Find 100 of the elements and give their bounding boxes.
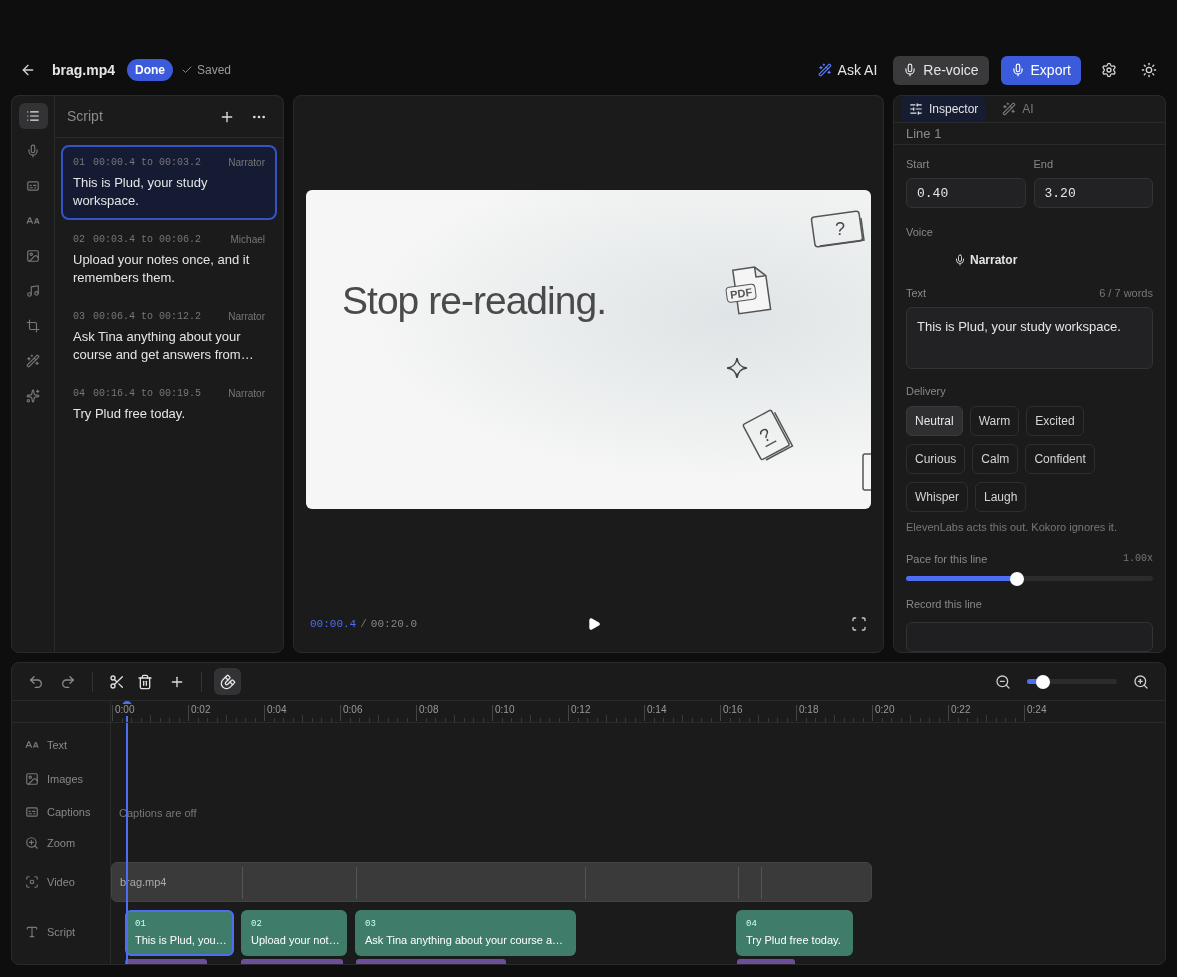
slider-thumb[interactable] bbox=[1036, 674, 1051, 689]
total-time: 00:20.0 bbox=[370, 616, 418, 632]
line-timing: 00:06.4 to 00:12.2 bbox=[93, 310, 203, 324]
voice-name[interactable]: Narrator bbox=[970, 250, 1018, 269]
script-clip[interactable]: 01 This is Plud, you… bbox=[125, 910, 234, 956]
theme-icon[interactable] bbox=[1141, 62, 1157, 78]
pace-slider[interactable] bbox=[906, 571, 1153, 586]
line-timing: 00:00.4 to 00:03.2 bbox=[93, 156, 203, 170]
time-separator: / bbox=[360, 616, 367, 632]
zoom-out-icon[interactable] bbox=[995, 673, 1011, 690]
microphone-icon bbox=[954, 253, 966, 266]
magic-wand-icon bbox=[817, 63, 832, 77]
pace-value: 1.00x bbox=[1123, 552, 1153, 566]
fullscreen-icon[interactable] bbox=[851, 616, 867, 632]
microphone-icon bbox=[903, 63, 918, 77]
line-text: Ask Tina anything about your course and get answers from… bbox=[73, 328, 255, 364]
image-icon bbox=[26, 249, 40, 263]
time-tick: 0:20 bbox=[875, 704, 895, 716]
field-label: Text bbox=[906, 285, 928, 301]
snap-toggle[interactable] bbox=[214, 668, 241, 695]
list-icon bbox=[26, 109, 40, 123]
split-icon[interactable] bbox=[109, 673, 125, 690]
line-text: Try Plud free today. bbox=[73, 405, 186, 423]
end-field[interactable]: 3.20 bbox=[1033, 178, 1153, 208]
delivery-chip[interactable]: Warm bbox=[969, 405, 1020, 436]
delivery-chip[interactable]: Excited bbox=[1026, 405, 1084, 436]
delivery-note: ElevenLabs acts this out. Kokoro ignores it. bbox=[906, 519, 1118, 535]
speaker-name: Michael bbox=[230, 233, 265, 247]
delivery-chip[interactable]: Calm bbox=[972, 443, 1019, 474]
text-field[interactable]: This is Plud, your study workspace. bbox=[906, 307, 1153, 369]
delivery-chip[interactable]: Curious bbox=[906, 443, 966, 474]
line-number: 01 bbox=[73, 156, 85, 170]
slider-thumb[interactable] bbox=[1010, 571, 1025, 586]
revoice-button[interactable]: Re-voice bbox=[893, 55, 989, 85]
time-tick: 0:06 bbox=[343, 704, 363, 716]
card-edge-icon bbox=[861, 452, 871, 492]
redo-icon[interactable] bbox=[60, 673, 76, 690]
captions-icon bbox=[25, 805, 39, 819]
question-mark: ? bbox=[756, 424, 775, 447]
back-icon[interactable] bbox=[20, 62, 36, 78]
clip-number: 04 bbox=[746, 918, 758, 931]
delete-icon[interactable] bbox=[137, 673, 153, 690]
script-line[interactable]: 03 00:06.4 to 00:12.2 Narrator Ask Tina anything about your course and get answers from… bbox=[61, 299, 277, 374]
script-clip[interactable]: 03 Ask Tina anything about your course a… bbox=[355, 910, 576, 956]
sparkle-icon bbox=[26, 389, 40, 403]
delivery-chip[interactable]: Neutral bbox=[906, 405, 963, 436]
track-label: Zoom bbox=[47, 835, 76, 851]
record-field[interactable] bbox=[906, 622, 1153, 652]
track-label: Text bbox=[47, 737, 68, 753]
sliders-icon bbox=[909, 102, 923, 116]
file-name: brag.mp4 bbox=[52, 60, 115, 80]
clip-number: 03 bbox=[365, 918, 377, 931]
panel-tab[interactable]: Inspector bbox=[901, 96, 987, 122]
question-mark: ? bbox=[835, 219, 845, 239]
time-tick: 0:18 bbox=[799, 704, 819, 716]
track-label: Video bbox=[47, 874, 75, 890]
field-label: End bbox=[1033, 156, 1055, 172]
sidebar-tool[interactable] bbox=[18, 103, 48, 129]
panel-tab[interactable]: AI bbox=[994, 96, 1042, 122]
word-count: 6 / 7 words bbox=[1099, 285, 1153, 301]
microphone-icon bbox=[1010, 63, 1025, 77]
magic-wand-icon bbox=[26, 354, 40, 368]
settings-icon[interactable] bbox=[1101, 62, 1117, 78]
zoom-slider[interactable] bbox=[1027, 674, 1117, 689]
track-label: Images bbox=[47, 771, 84, 787]
time-tick: 0:02 bbox=[191, 704, 211, 716]
undo-icon[interactable] bbox=[28, 673, 44, 690]
current-time: 00:00.4 bbox=[310, 616, 357, 632]
slide-title: Stop re-reading. bbox=[342, 278, 607, 324]
line-timing: 00:16.4 to 00:19.5 bbox=[93, 387, 203, 401]
delivery-chip[interactable]: Whisper bbox=[906, 481, 968, 512]
clip-text: Try Plud free today. bbox=[746, 932, 842, 948]
script-clip[interactable]: 02 Upload your not… bbox=[241, 910, 347, 956]
focus-icon bbox=[25, 875, 39, 889]
field-label: Delivery bbox=[906, 384, 947, 399]
time-tick: 0:00 bbox=[115, 704, 135, 716]
export-button[interactable]: Export bbox=[1000, 55, 1081, 85]
line-number: 02 bbox=[73, 233, 85, 247]
zoom-in-icon[interactable] bbox=[1133, 673, 1149, 690]
start-field[interactable]: 0.40 bbox=[906, 178, 1026, 208]
time-tick: 0:14 bbox=[647, 704, 667, 716]
track-label: Captions bbox=[47, 804, 91, 820]
line-timing: 00:03.4 to 00:06.2 bbox=[93, 233, 203, 247]
status-badge: Done bbox=[127, 59, 173, 81]
time-tick: 0:16 bbox=[723, 704, 743, 716]
ask-ai-button[interactable]: Ask AI bbox=[813, 55, 882, 85]
image-icon bbox=[25, 772, 39, 786]
delivery-chip[interactable]: Confident bbox=[1025, 443, 1095, 474]
time-tick: 0:10 bbox=[495, 704, 515, 716]
zoom-icon bbox=[25, 836, 39, 850]
script-clip[interactable]: 04 Try Plud free today. bbox=[736, 910, 853, 956]
clip-text: Upload your not… bbox=[251, 932, 337, 948]
field-label: Voice bbox=[906, 225, 934, 240]
magnet-icon bbox=[219, 673, 236, 690]
script-line[interactable]: 04 00:16.4 to 00:19.5 Narrator Try Plud free today. bbox=[61, 376, 277, 450]
speaker-name: Narrator bbox=[228, 310, 265, 324]
script-line[interactable]: 02 00:03.4 to 00:06.2 Michael Upload your notes once, and it remembers them. bbox=[61, 222, 277, 297]
play-icon[interactable] bbox=[587, 617, 601, 631]
sparkle-icon bbox=[725, 356, 749, 380]
delivery-chip[interactable]: Laugh bbox=[975, 481, 1027, 512]
